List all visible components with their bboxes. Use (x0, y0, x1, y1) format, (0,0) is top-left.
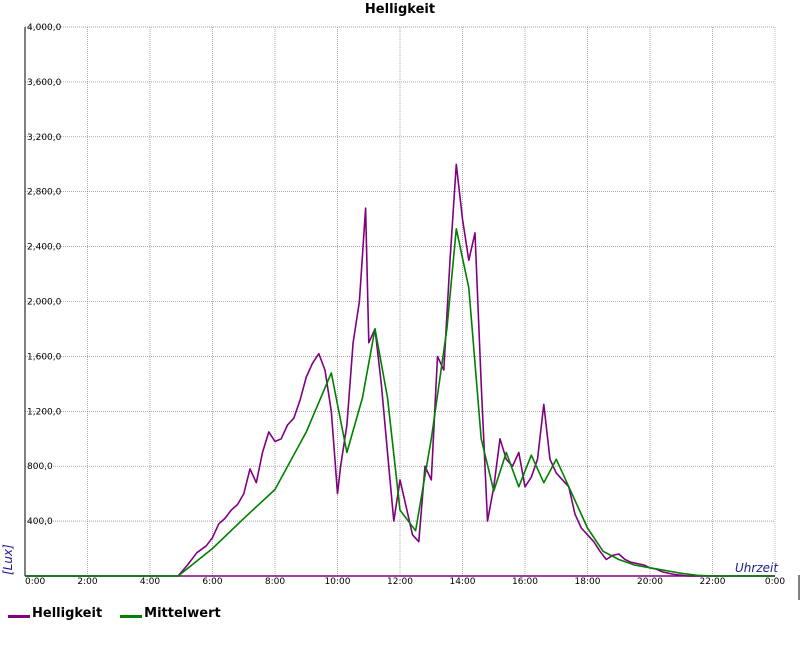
legend-label-helligkeit: Helligkeit (32, 606, 103, 621)
y-tick-label: 3,200,0 (27, 133, 62, 143)
x-tick-label: 18:00 (575, 577, 601, 587)
y-tick-label: 2,800,0 (27, 188, 62, 198)
y-tick-label: 1,200,0 (27, 407, 62, 417)
y-tick-label: 4,000,0 (27, 23, 62, 33)
series-line-helligkeit (25, 163, 775, 577)
x-tick-label: 10:00 (325, 577, 351, 587)
y-tick-label: 2,400,0 (27, 243, 62, 253)
y-tick-labels: 400,0 800,0 1,200,0 1,600,0 2,000,0 2,400,0 2,… (27, 23, 62, 527)
x-tick-labels: 0:00 2:00 4:00 6:00 8:00 10:00 12:00 14:00 16:00… (25, 577, 785, 587)
x-tick-label: 16:00 (512, 577, 538, 587)
axes (24, 27, 800, 600)
x-tick-label: 2:00 (77, 577, 97, 587)
x-tick-label: 4:00 (140, 577, 160, 587)
x-tick-label: 22:00 (700, 577, 726, 587)
x-tick-label: 6:00 (202, 577, 222, 587)
legend-swatch-mittelwert (120, 615, 143, 618)
legend: Helligkeit Mittelwert (8, 606, 239, 621)
x-tick-label: 8:00 (265, 577, 285, 587)
legend-item-helligkeit: Helligkeit (8, 606, 102, 621)
x-tick-label: 0:00 (765, 577, 785, 587)
y-tick-label: 800,0 (27, 462, 53, 472)
legend-swatch-helligkeit (8, 615, 30, 618)
x-tick-label: 20:00 (637, 577, 663, 587)
chart: Helligkeit 400,0 800,0 1,200,0 1,600,0 2,000… (1, 2, 800, 600)
grid (24, 26, 776, 577)
chart-title: Helligkeit (365, 2, 435, 17)
x-tick-label: 0:00 (25, 577, 45, 587)
y-axis-label: [Lux] (1, 544, 15, 575)
y-tick-label: 3,600,0 (27, 78, 62, 88)
x-tick-label: 12:00 (387, 577, 413, 587)
y-tick-label: 2,000,0 (27, 298, 62, 308)
y-tick-label: 1,600,0 (27, 352, 62, 362)
legend-label-mittelwert: Mittelwert (144, 606, 221, 621)
series-lines (25, 163, 775, 577)
legend-item-mittelwert: Mittelwert (120, 606, 221, 621)
x-tick-label: 14:00 (450, 577, 476, 587)
y-tick-label: 400,0 (27, 517, 53, 527)
x-axis-label: Uhrzeit (735, 561, 779, 575)
